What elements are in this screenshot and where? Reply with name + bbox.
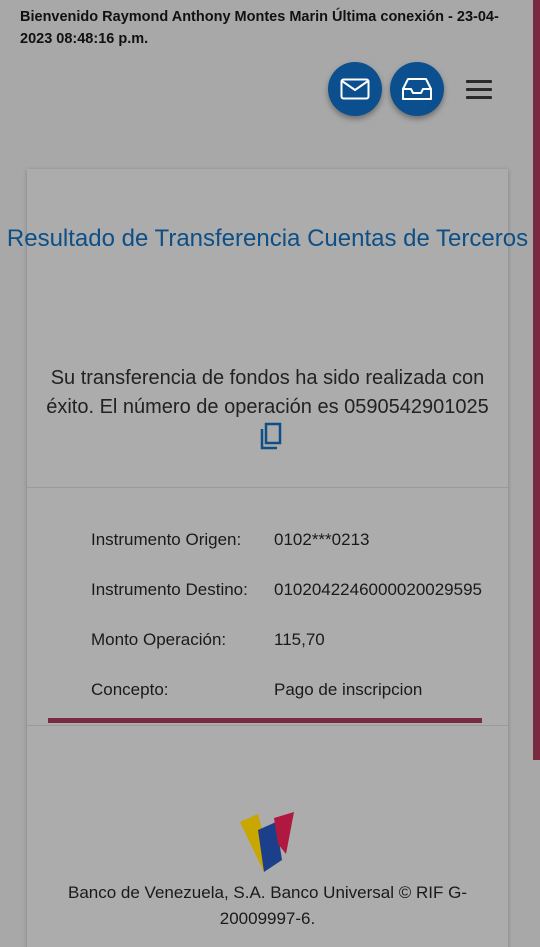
hamburger-menu-icon[interactable] bbox=[466, 80, 492, 100]
detail-label: Concepto: bbox=[91, 680, 169, 699]
result-message: Su transferencia de fondos ha sido reali… bbox=[40, 364, 495, 459]
detail-value: 0102***0213 bbox=[274, 530, 370, 549]
divider bbox=[27, 487, 508, 488]
envelope-icon bbox=[340, 78, 370, 100]
detail-value: Pago de inscripcion bbox=[274, 680, 423, 699]
divider bbox=[27, 725, 508, 726]
right-edge-bar bbox=[533, 0, 540, 760]
bank-logo-icon bbox=[240, 812, 294, 872]
page-title: Resultado de Transferencia Cuentas de Te… bbox=[6, 225, 529, 252]
detail-label: Instrumento Origen: bbox=[91, 530, 242, 549]
detail-value: 115,70 bbox=[274, 630, 325, 649]
welcome-text: Bienvenido Raymond Anthony Montes Marin … bbox=[20, 9, 499, 47]
accent-divider bbox=[48, 718, 482, 723]
inbox-button[interactable] bbox=[390, 62, 444, 116]
footer-text: Banco de Venezuela, S.A. Banco Universal… bbox=[67, 883, 467, 928]
mail-button[interactable] bbox=[328, 62, 382, 116]
operation-number: 0590542901025 bbox=[344, 396, 489, 418]
copy-icon[interactable] bbox=[259, 422, 283, 459]
detail-label: Instrumento Destino: bbox=[91, 580, 248, 599]
inbox-tray-icon bbox=[402, 78, 432, 100]
detail-value: 0102042246000020029595 bbox=[274, 580, 483, 599]
detail-label: Monto Operación: bbox=[91, 630, 227, 649]
